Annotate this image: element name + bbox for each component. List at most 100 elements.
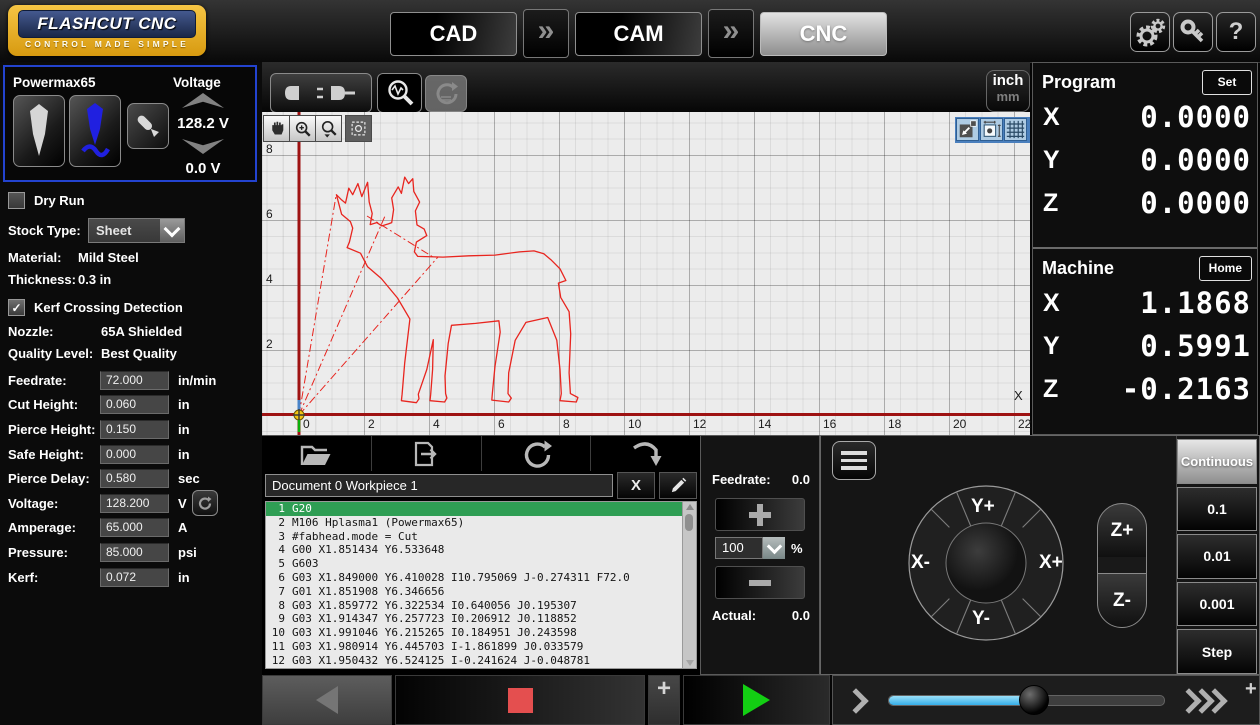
set-button[interactable]: Set (1202, 70, 1252, 95)
feedrate-label: Feedrate: (712, 472, 771, 487)
gcode-line[interactable]: 10 G03 X1.991046 Y6.215265 I0.184951 J0.2… (266, 626, 696, 640)
unit-toggle-button[interactable]: inch mm (986, 70, 1030, 112)
refresh-icon (199, 496, 212, 510)
zoom-extents-tool-button[interactable] (345, 115, 372, 142)
speed-slow-chevron-icon[interactable] (843, 688, 869, 715)
gcode-listing[interactable]: 1 G20 2 M106 Hplasma1 (Powermax65) 3 #fabhe… (265, 501, 697, 669)
actual-value: 0.0 (791, 608, 810, 623)
axis-letter: Y (1043, 145, 1060, 174)
minus-icon (749, 579, 771, 586)
override-decrease-button[interactable] (715, 566, 805, 599)
zoom-in-tool-button[interactable] (289, 115, 316, 142)
jog-mode-button[interactable]: 0.1 (1177, 486, 1257, 532)
x-tick: 0 (303, 417, 310, 431)
help-button[interactable]: ? (1216, 12, 1256, 52)
axis-letter: Z (1043, 188, 1059, 217)
jog-y-minus-button[interactable]: Y- (972, 608, 990, 630)
open-file-button[interactable] (262, 436, 372, 471)
gcode-line[interactable]: 4 G00 X1.851434 Y6.533648 (266, 543, 696, 557)
gcode-line[interactable]: 12 G03 X1.950432 Y6.524125 I-0.241624 J-0… (266, 654, 696, 668)
show-dimensions-button[interactable] (980, 118, 1003, 141)
speed-fast-chevrons-icon[interactable] (1176, 688, 1228, 715)
parameter-input[interactable]: 0.060 (100, 395, 169, 415)
diagnostics-button[interactable] (377, 73, 422, 113)
nav-separator-icon[interactable]: » (708, 9, 754, 58)
gcode-line[interactable]: 1 G20 (266, 502, 696, 516)
parameter-input[interactable]: 65.000 (100, 518, 169, 538)
gcode-line[interactable]: 8 G03 X1.859772 Y6.322534 I0.640056 J0.19… (266, 599, 696, 613)
kerf-crossing-checkbox[interactable]: ✓ (8, 299, 25, 316)
gcode-line[interactable]: 3 #fabhead.mode = Cut (266, 530, 696, 544)
gcode-line[interactable]: 7 G01 X1.851908 Y6.346656 (266, 585, 696, 599)
mode-tab[interactable]: CAD (390, 11, 517, 56)
program-axis-row: Y 0.0000 (1033, 138, 1257, 181)
gcode-line[interactable]: 2 M106 Hplasma1 (Powermax65) (266, 516, 696, 530)
nozzle-row: Nozzle: 65A Shielded (8, 324, 182, 339)
jog-y-plus-button[interactable]: Y+ (971, 496, 995, 518)
start-button[interactable] (683, 675, 830, 725)
cad-viewport[interactable]: 0 2 4 6 8 10 12 14 16 18 20 22 8 6 4 2 X (262, 112, 1031, 435)
override-increase-button[interactable] (715, 498, 805, 531)
zoom-window-tool-button[interactable] (315, 115, 342, 142)
scrollbar-thumb[interactable] (685, 514, 693, 531)
parameter-input[interactable]: 0.150 (100, 419, 169, 439)
override-dropdown-arrow-icon[interactable] (763, 537, 785, 559)
voltage-refresh-button[interactable] (191, 490, 218, 517)
gcode-line[interactable]: 9 G03 X1.914347 Y6.257723 I0.206912 J0.11… (266, 612, 696, 626)
parameter-input[interactable]: 0.000 (100, 444, 169, 464)
nav-separator-icon[interactable]: » (523, 9, 569, 58)
close-document-button[interactable]: X (617, 471, 655, 499)
parameter-input[interactable]: 0.580 (100, 469, 169, 489)
torch-on-button[interactable] (69, 95, 121, 167)
jog-menu-button[interactable] (832, 441, 876, 480)
parameter-input[interactable]: 0.072 (100, 567, 169, 587)
torch-off-button[interactable] (13, 95, 65, 167)
reload-gcode-button[interactable] (482, 436, 592, 471)
toggle-grid-button[interactable] (1004, 118, 1027, 141)
pan-tool-button[interactable] (263, 115, 290, 142)
stop-button[interactable] (395, 675, 645, 725)
jog-mode-button[interactable]: 0.01 (1177, 534, 1257, 579)
jog-z-minus-button[interactable]: Z- (1097, 573, 1147, 628)
jog-x-minus-button[interactable]: X- (911, 552, 930, 574)
parameter-unit: in (178, 569, 190, 585)
mode-tab[interactable]: CAM (575, 11, 702, 56)
jog-x-plus-button[interactable]: X+ (1039, 552, 1063, 574)
parameter-input[interactable]: 85.000 (100, 542, 169, 562)
speed-expand-button[interactable]: + (1245, 678, 1257, 701)
jog-mode-button[interactable]: 0.001 (1177, 581, 1257, 627)
stock-type-select[interactable]: Sheet (88, 218, 185, 243)
home-button[interactable]: Home (1198, 256, 1252, 281)
reset-button-disabled[interactable] (425, 75, 467, 112)
fit-view-button[interactable] (956, 118, 979, 141)
parameter-unit: V (178, 495, 187, 511)
override-value[interactable]: 100 (715, 537, 763, 559)
scroll-up-icon[interactable] (686, 504, 694, 510)
license-key-button[interactable] (1173, 12, 1213, 52)
jog-mode-button[interactable]: Step (1177, 629, 1257, 674)
speed-slider-thumb[interactable] (1019, 685, 1049, 715)
scroll-down-icon[interactable] (686, 660, 694, 666)
gcode-scrollbar[interactable] (682, 502, 696, 668)
rotate-workpiece-button[interactable] (591, 436, 700, 471)
gcode-line[interactable]: 11 G03 X1.980914 Y6.445703 I-1.861899 J0.… (266, 640, 696, 654)
step-back-button[interactable] (262, 675, 392, 725)
gcode-line[interactable]: 5 G603 (266, 557, 696, 571)
dropdown-arrow-icon[interactable] (160, 219, 184, 242)
flashcut-cnc-window: FLASHCUT CNC CONTROL MADE SIMPLE CAD » C… (0, 0, 1260, 725)
connect-controller-button[interactable] (270, 73, 372, 113)
dry-run-checkbox[interactable] (8, 192, 25, 209)
plus-icon (749, 503, 771, 526)
transport-expand-button[interactable]: + (648, 675, 680, 725)
edit-gcode-button[interactable] (659, 471, 697, 499)
axis-value: -0.2163 (1121, 372, 1251, 406)
document-tab[interactable]: Document 0 Workpiece 1 (265, 473, 613, 497)
gcode-line[interactable]: 6 G03 X1.849000 Y6.410028 I10.795069 J-0.… (266, 571, 696, 585)
mode-tab[interactable]: CNC (760, 11, 887, 56)
parameter-input[interactable]: 128.200 (100, 493, 169, 513)
settings-button[interactable] (1130, 12, 1170, 52)
jog-z-plus-button[interactable]: Z+ (1097, 503, 1147, 558)
parameter-input[interactable]: 72.000 (100, 370, 169, 390)
import-file-button[interactable] (372, 436, 482, 471)
jog-mode-button[interactable]: Continuous (1177, 439, 1257, 484)
